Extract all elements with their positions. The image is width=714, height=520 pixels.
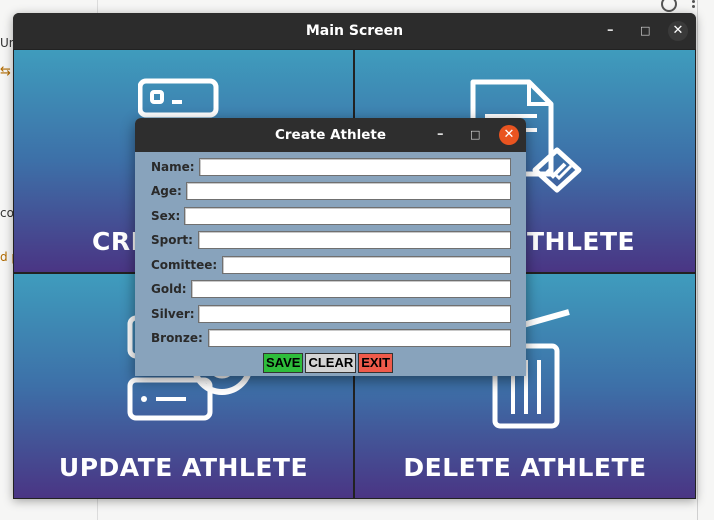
- comittee-row: Comittee:: [135, 256, 526, 276]
- comittee-label: Comittee:: [151, 258, 218, 272]
- main-window-title: Main Screen: [305, 23, 404, 39]
- sport-label: Sport:: [151, 233, 193, 247]
- maximize-button[interactable]: □: [640, 13, 650, 49]
- dialog-maximize-button[interactable]: □: [470, 118, 480, 152]
- exit-button[interactable]: EXIT: [358, 353, 394, 373]
- comittee-input[interactable]: [222, 256, 511, 274]
- clear-button[interactable]: CLEAR: [305, 353, 357, 373]
- gold-label: Gold:: [151, 282, 187, 296]
- sex-input[interactable]: [184, 207, 511, 225]
- create-athlete-dialog: Create Athlete – □ ✕ Name: Age: Sex: Spo…: [135, 118, 526, 376]
- silver-label: Silver:: [151, 307, 195, 321]
- age-label: Age:: [151, 184, 182, 198]
- bronze-label: Bronze:: [151, 331, 203, 345]
- name-label: Name:: [151, 160, 195, 174]
- silver-input[interactable]: [198, 305, 511, 323]
- dialog-close-button[interactable]: ✕: [499, 125, 519, 145]
- gold-row: Gold:: [135, 280, 526, 300]
- sport-input[interactable]: [198, 231, 511, 249]
- dialog-minimize-button[interactable]: –: [437, 118, 444, 152]
- bronze-row: Bronze:: [135, 329, 526, 349]
- dialog-button-row: SAVE CLEAR EXIT: [263, 352, 395, 373]
- dialog-title: Create Athlete: [274, 127, 387, 143]
- background-package-icon: ⇆: [0, 64, 11, 79]
- background-text-fragment: co: [0, 206, 14, 220]
- sport-row: Sport:: [135, 231, 526, 251]
- tile-label: THLETE: [527, 227, 636, 256]
- kebab-menu-icon[interactable]: [692, 0, 696, 14]
- name-input[interactable]: [199, 158, 511, 176]
- name-row: Name:: [135, 158, 526, 178]
- main-titlebar: Main Screen – □ ✕: [13, 13, 696, 49]
- age-row: Age:: [135, 182, 526, 202]
- background-divider: [697, 0, 698, 520]
- gold-input[interactable]: [191, 280, 511, 298]
- sex-label: Sex:: [151, 209, 181, 223]
- tile-label: DELETE ATHLETE: [403, 453, 647, 482]
- sex-row: Sex:: [135, 207, 526, 227]
- search-icon[interactable]: [661, 0, 677, 12]
- bronze-input[interactable]: [208, 329, 511, 347]
- minimize-button[interactable]: –: [607, 13, 614, 49]
- age-input[interactable]: [186, 182, 511, 200]
- close-button[interactable]: ✕: [668, 21, 688, 41]
- silver-row: Silver:: [135, 305, 526, 325]
- dialog-titlebar: Create Athlete – □ ✕: [135, 118, 526, 152]
- save-button[interactable]: SAVE: [263, 353, 304, 373]
- tile-label: UPDATE ATHLETE: [58, 453, 309, 482]
